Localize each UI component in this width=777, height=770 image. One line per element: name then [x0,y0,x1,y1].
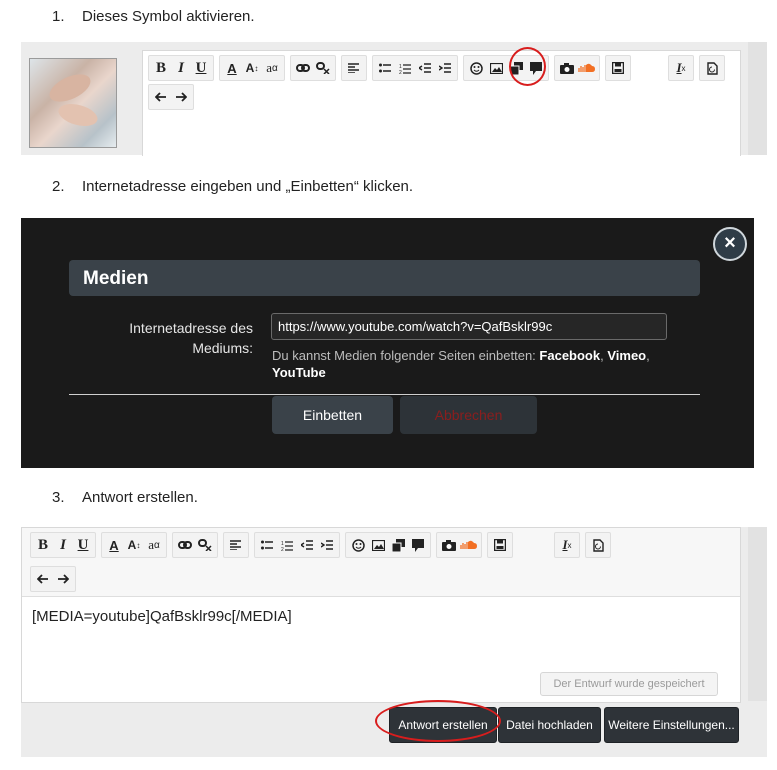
camera-icon[interactable] [439,534,459,556]
link-icon[interactable] [175,534,195,556]
outdent-icon[interactable] [297,534,317,556]
scrollbar[interactable] [748,42,767,155]
url-input[interactable]: https://www.youtube.com/watch?v=QafBsklr… [271,313,667,340]
italic-button[interactable]: I [171,57,191,79]
font-size-button[interactable]: A ↕ [124,534,144,556]
editor-content[interactable]: [MEDIA=youtube]QafBsklr99c[/MEDIA] [32,608,292,625]
indent-icon[interactable] [435,57,455,79]
embed-button[interactable]: Einbetten [272,396,393,434]
redo-icon[interactable] [53,568,73,590]
more-options-button[interactable]: Weitere Einstellungen... [604,707,739,743]
align-icon[interactable] [344,57,364,79]
editor-toolbar: B I U A A ↕ aα 12 Ix [148,55,730,81]
media-modal: × Medien Internetadresse des Mediums: ht… [21,218,754,468]
avatar [29,58,117,148]
highlight-circle [509,47,546,86]
camera-icon[interactable] [557,57,577,79]
editor-toolbar-row-2 [30,566,81,592]
step-text: Antwort erstellen. [82,489,198,506]
quote-icon[interactable] [408,534,428,556]
soundcloud-icon[interactable] [459,534,479,556]
bold-button[interactable]: B [33,534,53,556]
step-2: 2. Internetadresse eingeben und „Einbette… [52,178,413,195]
supported-sites-hint: Du kannst Medien folgender Seiten einbet… [272,348,650,380]
modal-header: Medien [69,260,700,296]
smiley-icon[interactable] [466,57,486,79]
underline-button[interactable]: U [73,534,93,556]
unlink-icon[interactable] [313,57,333,79]
step-number: 2. [52,178,65,195]
url-label: Internetadresse des Mediums: [129,320,253,356]
bullet-list-icon[interactable] [257,534,277,556]
cancel-button[interactable]: Abbrechen [400,396,537,434]
modal-title: Medien [83,268,149,289]
bold-button[interactable]: B [151,57,171,79]
image-icon[interactable] [486,57,506,79]
text-color-button[interactable]: A [222,57,242,79]
link-icon[interactable] [293,57,313,79]
number-list-icon[interactable]: 12 [277,534,297,556]
upload-file-button[interactable]: Datei hochladen [498,707,601,743]
outdent-icon[interactable] [415,57,435,79]
soundcloud-icon[interactable] [577,57,597,79]
draft-status: Der Entwurf wurde gespeichert [540,672,718,696]
editor-toolbar-row-2 [148,84,199,110]
editor-toolbar: B I U A A ↕ aα 12 Ix [30,532,616,558]
indent-icon[interactable] [317,534,337,556]
image-icon[interactable] [368,534,388,556]
svg-text:2: 2 [399,70,402,74]
close-icon[interactable]: × [713,227,747,261]
step-text: Dieses Symbol aktivieren. [82,8,255,25]
underline-button[interactable]: U [191,57,211,79]
scrollbar[interactable] [748,527,767,701]
remove-format-icon[interactable]: Ix [557,534,577,556]
toggle-bbcode-icon[interactable] [702,57,722,79]
save-icon[interactable] [608,57,628,79]
remove-format-icon[interactable]: Ix [671,57,691,79]
number-list-icon[interactable]: 12 [395,57,415,79]
undo-icon[interactable] [33,568,53,590]
step-text: Internetadresse eingeben und „Einbetten“… [82,178,414,195]
text-color-button[interactable]: A [104,534,124,556]
highlight-circle [375,700,501,742]
smiley-icon[interactable] [348,534,368,556]
unlink-icon[interactable] [195,534,215,556]
bullet-list-icon[interactable] [375,57,395,79]
toggle-bbcode-icon[interactable] [588,534,608,556]
step-number: 1. [52,8,65,25]
media-icon[interactable] [388,534,408,556]
step-3: 3. Antwort erstellen. [52,489,198,506]
step-1: 1. Dieses Symbol aktivieren. [52,8,255,25]
save-icon[interactable] [490,534,510,556]
divider [69,394,700,395]
align-icon[interactable] [226,534,246,556]
font-size-button[interactable]: A ↕ [242,57,262,79]
undo-icon[interactable] [151,86,171,108]
font-family-button[interactable]: aα [262,57,282,79]
font-family-button[interactable]: aα [144,534,164,556]
redo-icon[interactable] [171,86,191,108]
step-number: 3. [52,489,65,506]
svg-text:2: 2 [281,547,284,551]
italic-button[interactable]: I [53,534,73,556]
